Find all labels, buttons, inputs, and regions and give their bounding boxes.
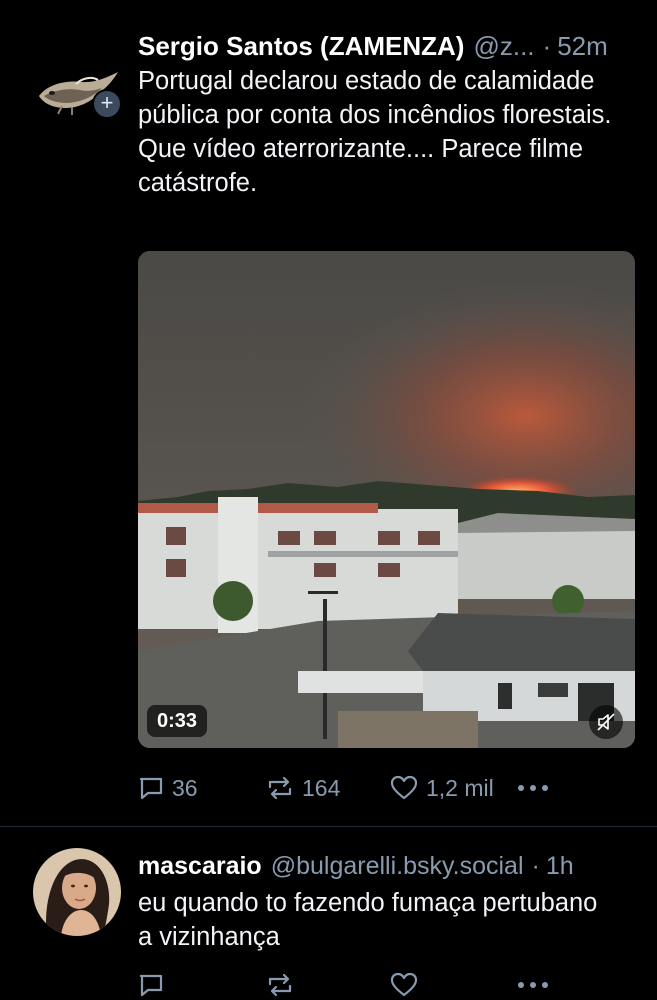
repost-button[interactable]: 164 <box>266 771 340 805</box>
post-header: mascaraio @bulgarelli.bsky.social · 1h <box>138 848 574 884</box>
display-name[interactable]: mascaraio <box>138 852 262 881</box>
post-text: Portugal declarou estado de calamidade p… <box>138 67 612 197</box>
ellipsis-icon <box>516 783 550 793</box>
handle[interactable]: @bulgarelli.bsky.social <box>271 852 524 881</box>
post-header: Sergio Santos (ZAMENZA) @z... · 52m <box>138 28 608 64</box>
post-actions <box>138 968 638 1000</box>
like-button[interactable] <box>390 968 418 1000</box>
post-divider <box>0 826 657 827</box>
repost-count: 164 <box>302 774 341 801</box>
avatar[interactable] <box>33 848 121 936</box>
handle[interactable]: @z... <box>473 31 534 62</box>
speech-bubble-icon <box>138 775 164 801</box>
timestamp[interactable]: 1h <box>546 852 574 881</box>
speech-bubble-icon <box>138 972 164 998</box>
heart-icon <box>390 972 418 998</box>
like-button[interactable]: 1,2 mil <box>390 771 494 805</box>
speaker-muted-icon <box>596 712 616 732</box>
video-player[interactable] <box>138 251 635 748</box>
reply-button[interactable]: 36 <box>138 771 198 805</box>
separator-dot: · <box>542 30 552 61</box>
reply-count: 36 <box>172 774 198 801</box>
separator-dot: · <box>531 851 540 880</box>
more-options-button[interactable] <box>516 771 550 805</box>
video-thumbnail <box>138 251 635 748</box>
reply-button[interactable] <box>138 968 164 1000</box>
more-options-button[interactable] <box>516 968 550 1000</box>
heart-icon <box>390 775 418 801</box>
repost-arrows-icon <box>266 972 294 998</box>
like-count: 1,2 mil <box>426 774 494 801</box>
follow-plus-icon[interactable]: + <box>92 89 122 119</box>
timestamp[interactable]: 52m <box>557 31 608 62</box>
ellipsis-icon <box>516 980 550 990</box>
post[interactable]: + Sergio Santos (ZAMENZA) @z... · 52m Po… <box>0 0 657 826</box>
feed: + Sergio Santos (ZAMENZA) @z... · 52m Po… <box>0 0 657 1000</box>
display-name[interactable]: Sergio Santos (ZAMENZA) <box>138 31 464 62</box>
repost-arrows-icon <box>266 775 294 801</box>
post-text: eu quando to fazendo fumaça pertubano a … <box>138 889 598 951</box>
repost-button[interactable] <box>266 968 294 1000</box>
video-duration: 0:33 <box>147 705 208 737</box>
mute-button[interactable] <box>589 705 623 739</box>
post-actions: 36 164 1,2 mil <box>138 771 638 805</box>
